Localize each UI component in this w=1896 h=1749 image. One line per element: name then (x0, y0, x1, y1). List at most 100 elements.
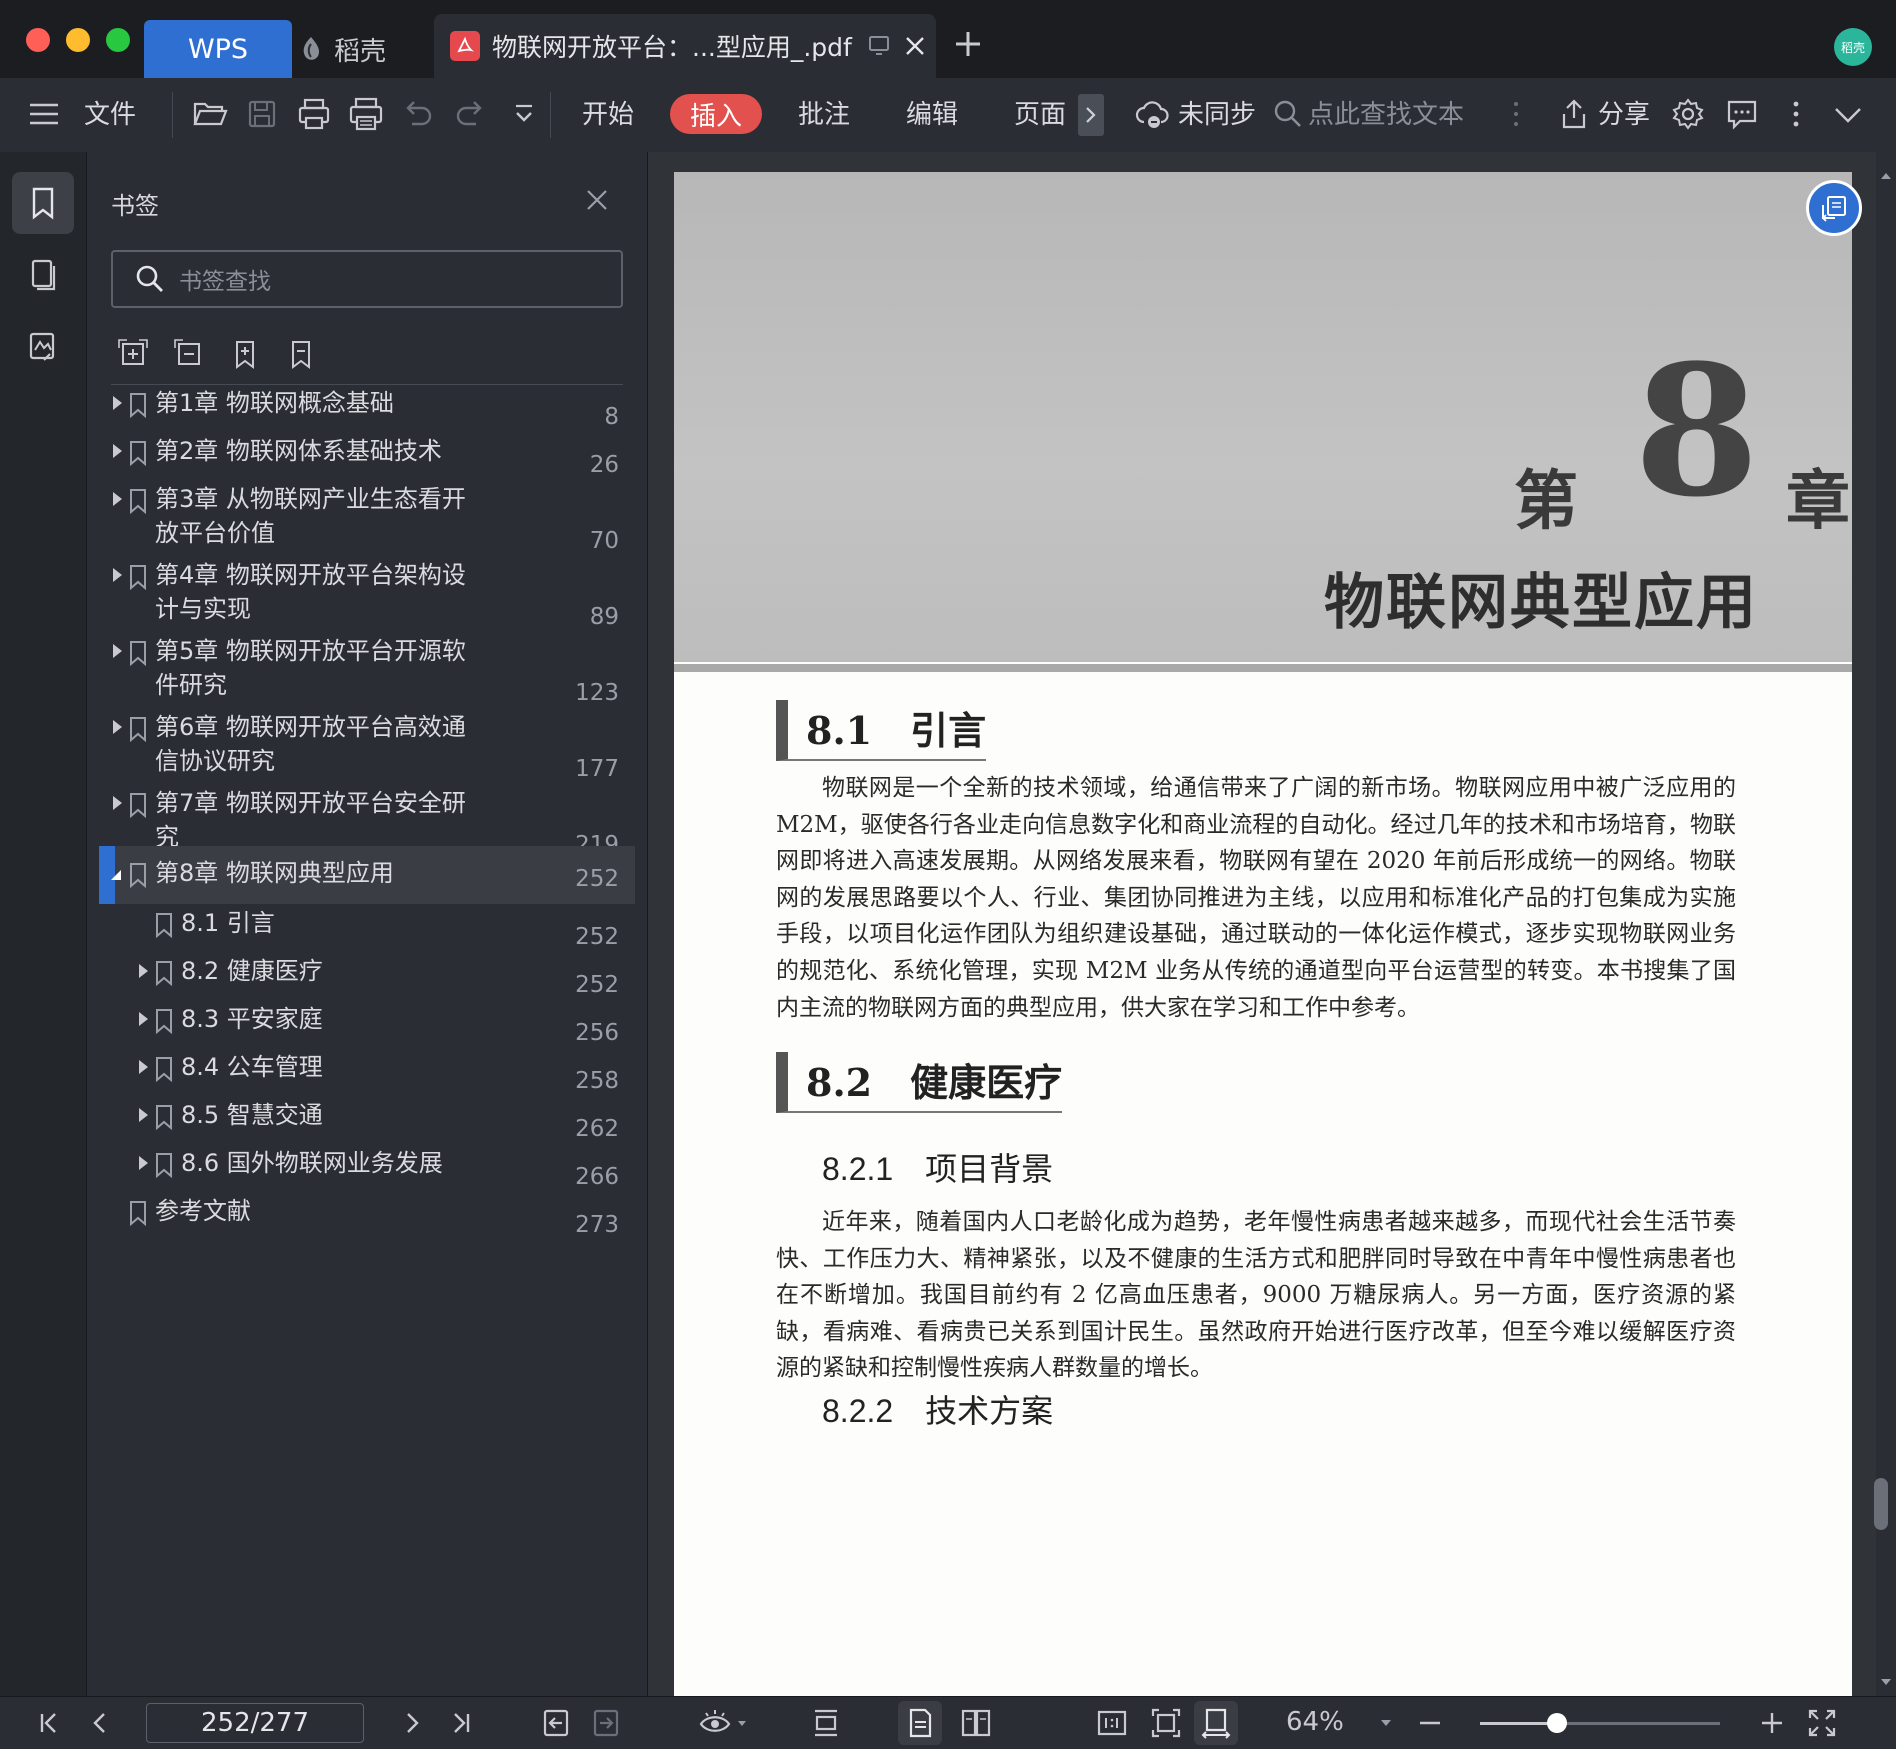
first-page-icon[interactable] (34, 1707, 66, 1739)
remove-bookmark-icon[interactable] (285, 338, 317, 374)
main-toolbar: 文件 开始 插入 批注 编辑 页面 未同步 点此查找文本 分享 (0, 78, 1896, 153)
single-page-view-icon[interactable] (904, 1707, 936, 1739)
bookmark-item[interactable]: 8.3 平安家庭 256 (99, 1002, 635, 1048)
save-icon[interactable] (244, 96, 280, 132)
bookmark-item[interactable]: 8.2 健康医疗 252 (99, 954, 635, 1000)
bookmark-item[interactable]: 8.1 引言 252 (99, 906, 635, 952)
bookmark-page-number: 273 (575, 1212, 619, 1238)
sync-status[interactable]: 未同步 (1178, 100, 1256, 130)
bookmark-item[interactable]: 第8章 物联网典型应用 252 (99, 846, 635, 904)
back-navigation-icon[interactable] (540, 1707, 572, 1739)
bookmark-item[interactable]: 第5章 物联网开放平台开源软 件研究 123 (99, 634, 635, 708)
avatar[interactable]: 稻壳 (1834, 28, 1872, 66)
zoom-out-icon[interactable] (1414, 1707, 1446, 1739)
hamburger-menu-icon[interactable] (26, 96, 62, 132)
expand-arrow-icon[interactable] (113, 568, 122, 582)
comment-icon[interactable] (1724, 96, 1760, 132)
annotation-panel-button[interactable] (12, 316, 74, 378)
actual-size-icon[interactable] (1096, 1707, 1128, 1739)
bookmark-page-number: 177 (575, 756, 619, 782)
vertical-dots-icon[interactable] (1498, 96, 1534, 132)
settings-gear-icon[interactable] (1670, 96, 1706, 132)
new-tab-icon[interactable] (952, 28, 984, 60)
share-button[interactable]: 分享 (1598, 100, 1650, 130)
expand-arrow-icon[interactable] (113, 720, 122, 734)
bookmark-item[interactable]: 8.5 智慧交通 262 (99, 1098, 635, 1144)
print-preview-icon[interactable] (348, 96, 384, 132)
vertical-scrollbar[interactable] (1876, 152, 1896, 1696)
bookmark-item[interactable]: 第6章 物联网开放平台高效通 信协议研究 177 (99, 710, 635, 784)
collapse-all-icon[interactable] (173, 338, 205, 374)
expand-arrow-icon[interactable] (139, 1108, 148, 1122)
fit-width-icon[interactable] (1200, 1707, 1232, 1739)
expand-arrow-icon[interactable] (139, 964, 148, 978)
bookmark-icon (129, 716, 147, 742)
expand-arrow-icon[interactable] (113, 444, 122, 458)
share-icon[interactable] (1556, 96, 1592, 132)
bookmark-item[interactable]: 第4章 物联网开放平台架构设 计与实现 89 (99, 558, 635, 632)
collapse-ribbon-icon[interactable] (1830, 96, 1866, 132)
panel-close-icon[interactable] (585, 188, 609, 212)
search-icon[interactable] (1270, 96, 1306, 132)
eye-protection-icon[interactable] (698, 1707, 750, 1739)
page-number-input[interactable]: 252/277 (146, 1703, 364, 1743)
previous-page-icon[interactable] (84, 1707, 116, 1739)
bookmark-item[interactable]: 第2章 物联网体系基础技术 26 (99, 434, 635, 480)
two-page-view-icon[interactable] (960, 1707, 992, 1739)
thumbnails-panel-button[interactable] (12, 244, 74, 306)
zoom-level[interactable]: 64% (1286, 1707, 1344, 1737)
forward-navigation-icon[interactable] (590, 1707, 622, 1739)
expand-arrow-icon[interactable] (113, 644, 122, 658)
open-folder-icon[interactable] (192, 96, 228, 132)
tab-daoke[interactable]: 稻壳 (300, 20, 430, 78)
bookmark-item[interactable]: 第3章 从物联网产业生态看开 放平台价值 70 (99, 482, 635, 556)
bookmark-item[interactable]: 第1章 物联网概念基础 8 (99, 386, 635, 432)
window-maximize-button[interactable] (106, 28, 130, 52)
menu-tab-page[interactable]: 页面 (1014, 100, 1066, 130)
continuous-scroll-icon[interactable] (810, 1707, 842, 1739)
expand-arrow-icon[interactable] (113, 396, 122, 410)
bookmark-item[interactable]: 参考文献 273 (99, 1194, 635, 1240)
file-menu[interactable]: 文件 (84, 100, 136, 130)
add-bookmark-icon[interactable] (229, 338, 261, 374)
collapse-arrow-icon[interactable] (109, 868, 123, 882)
tab-close-icon[interactable] (904, 35, 926, 57)
convert-document-button[interactable] (1806, 180, 1862, 236)
bookmarks-panel-button[interactable] (12, 172, 74, 234)
fullscreen-icon[interactable] (1806, 1707, 1838, 1739)
expand-arrow-icon[interactable] (113, 796, 122, 810)
menu-tab-annotate[interactable]: 批注 (798, 100, 850, 130)
bookmark-item[interactable]: 8.6 国外物联网业务发展 266 (99, 1146, 635, 1192)
menu-tab-edit[interactable]: 编辑 (906, 100, 958, 130)
document-viewport[interactable]: 第 8 章 物联网典型应用 8.1 引言 物联网是一个全新的技术领域，给通信带来… (648, 152, 1896, 1696)
window-close-button[interactable] (26, 28, 50, 52)
zoom-in-icon[interactable] (1756, 1707, 1788, 1739)
quick-access-dropdown-icon[interactable] (506, 96, 542, 132)
menu-tab-insert[interactable]: 插入 (670, 94, 762, 134)
tab-wps[interactable]: WPS (144, 20, 292, 78)
print-icon[interactable] (296, 96, 332, 132)
bookmark-item[interactable]: 8.4 公车管理 258 (99, 1050, 635, 1096)
screen-icon[interactable] (868, 35, 892, 57)
expand-arrow-icon[interactable] (139, 1060, 148, 1074)
menu-tab-start[interactable]: 开始 (582, 100, 634, 130)
more-options-icon[interactable] (1778, 96, 1814, 132)
next-page-icon[interactable] (396, 1707, 428, 1739)
expand-arrow-icon[interactable] (139, 1156, 148, 1170)
scrollbar-thumb[interactable] (1874, 1478, 1888, 1530)
redo-icon[interactable] (452, 96, 488, 132)
expand-arrow-icon[interactable] (139, 1012, 148, 1026)
tab-pdf-document[interactable]: 物联网开放平台：...型应用_.pdf (434, 14, 936, 78)
expand-arrow-icon[interactable] (113, 492, 122, 506)
more-tabs-button[interactable] (1078, 94, 1104, 136)
undo-icon[interactable] (400, 96, 436, 132)
bookmark-search-input[interactable]: 书签查找 (111, 250, 623, 308)
zoom-dropdown-icon[interactable] (1376, 1707, 1396, 1739)
fit-page-icon[interactable] (1150, 1707, 1182, 1739)
last-page-icon[interactable] (444, 1707, 476, 1739)
cloud-sync-icon[interactable] (1134, 96, 1170, 132)
expand-all-icon[interactable] (117, 338, 149, 374)
zoom-slider-handle[interactable] (1546, 1713, 1567, 1733)
find-text-input[interactable]: 点此查找文本 (1308, 100, 1464, 130)
window-minimize-button[interactable] (66, 28, 90, 52)
